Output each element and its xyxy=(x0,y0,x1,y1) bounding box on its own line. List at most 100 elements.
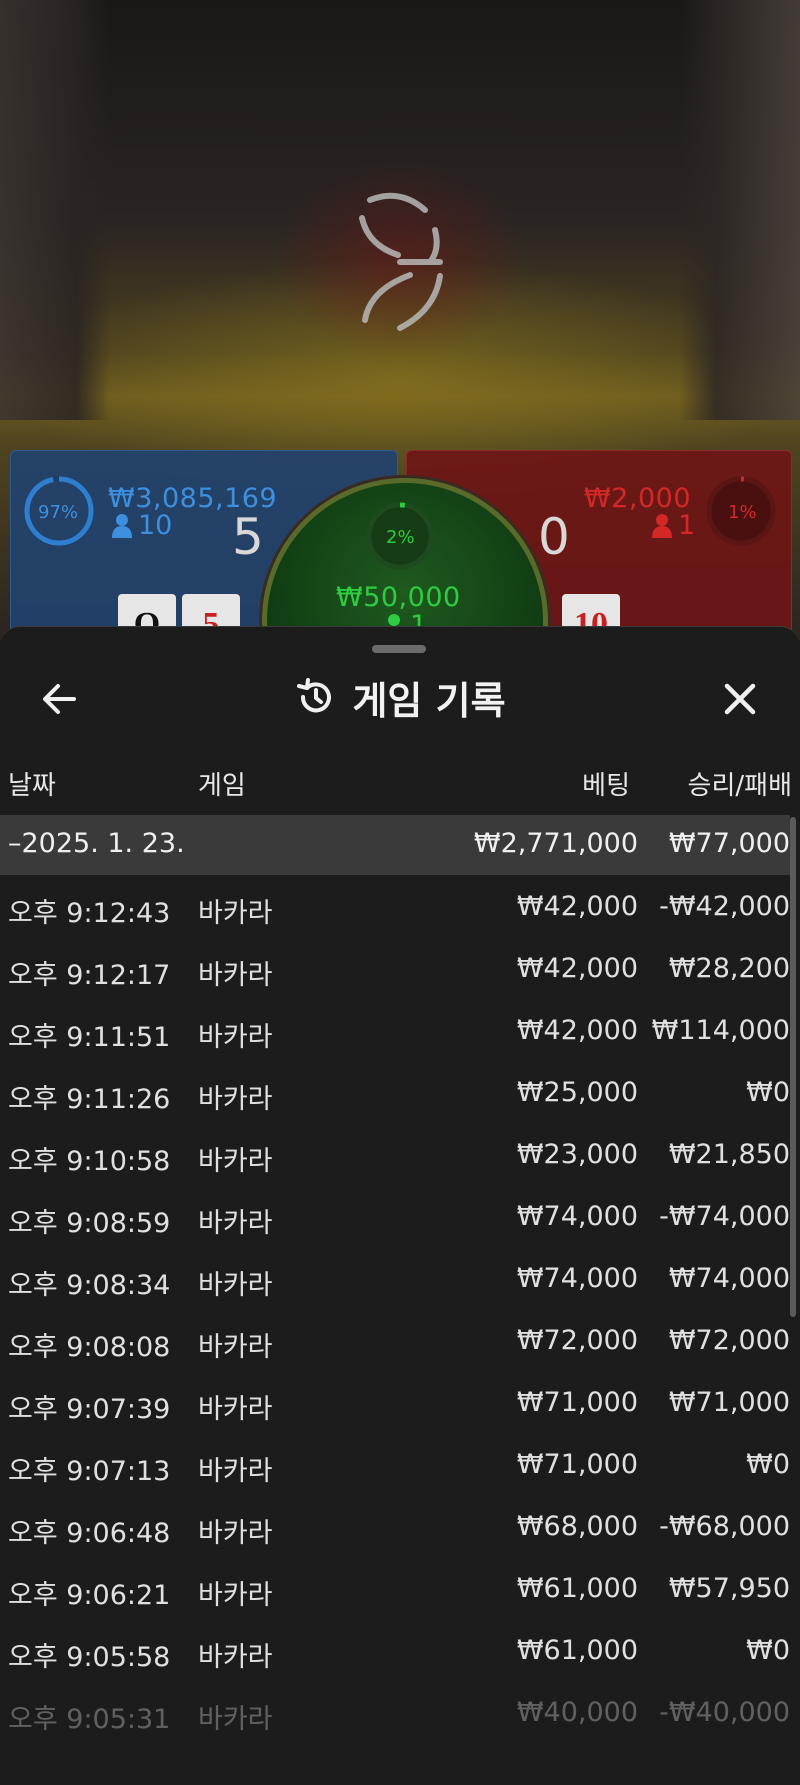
table-row[interactable]: 오후 9:08:59 바카라 ₩74,000 -₩74,000 xyxy=(0,1187,790,1249)
row-bet: ₩71,000 xyxy=(516,1387,638,1418)
row-game: 바카라 xyxy=(198,960,273,991)
group-bet-total: ₩2,771,000 xyxy=(473,828,638,859)
banker-score: 0 xyxy=(538,508,570,566)
close-button[interactable] xyxy=(716,675,764,723)
row-bet: ₩42,000 xyxy=(516,953,638,984)
row-time: 오후 9:11:26 xyxy=(8,1084,171,1115)
table-row[interactable]: 오후 9:07:39 바카라 ₩71,000 ₩71,000 xyxy=(0,1373,790,1435)
row-time: 오후 9:06:21 xyxy=(8,1580,171,1611)
row-game: 바카라 xyxy=(198,1642,273,1673)
close-icon xyxy=(724,683,756,715)
row-bet: ₩61,000 xyxy=(516,1635,638,1666)
row-game: 바카라 xyxy=(198,898,273,929)
row-winloss: -₩40,000 xyxy=(659,1697,790,1728)
row-bet: ₩42,000 xyxy=(516,1015,638,1046)
table-row[interactable]: 오후 9:11:51 바카라 ₩42,000 ₩114,000 xyxy=(0,1001,790,1063)
page-title: 게임 기록 xyxy=(352,678,506,723)
table-row[interactable]: 오후 9:08:34 바카라 ₩74,000 ₩74,000 xyxy=(0,1249,790,1311)
game-history-sheet: 게임 기록 날짜 게임 베팅 승리/패배 –2025. 1. 23. ₩2,77… xyxy=(0,626,800,1785)
row-bet: ₩42,000 xyxy=(516,891,638,922)
row-winloss: -₩68,000 xyxy=(659,1511,790,1542)
row-bet: ₩71,000 xyxy=(516,1449,638,1480)
row-time: 오후 9:12:17 xyxy=(8,960,171,991)
table-header: 날짜 게임 베팅 승리/패배 xyxy=(0,765,800,805)
player-score: 5 xyxy=(232,508,264,566)
column-header-date[interactable]: 날짜 xyxy=(8,765,56,802)
row-time: 오후 9:11:51 xyxy=(8,1022,171,1053)
row-winloss: ₩0 xyxy=(746,1449,790,1480)
row-time: 오후 9:05:58 xyxy=(8,1642,171,1673)
row-time: 오후 9:07:39 xyxy=(8,1394,171,1425)
row-winloss: ₩71,000 xyxy=(668,1387,790,1418)
row-winloss: -₩42,000 xyxy=(659,891,790,922)
row-winloss: ₩0 xyxy=(746,1077,790,1108)
row-game: 바카라 xyxy=(198,1208,273,1239)
row-time: 오후 9:12:43 xyxy=(8,898,171,929)
table-row[interactable]: 오후 9:11:26 바카라 ₩25,000 ₩0 xyxy=(0,1063,790,1125)
player-percent: 97% xyxy=(38,502,79,523)
row-game: 바카라 xyxy=(198,1580,273,1611)
row-bet: ₩74,000 xyxy=(516,1201,638,1232)
row-winloss: ₩72,000 xyxy=(668,1325,790,1356)
table-row[interactable]: 오후 9:06:48 바카라 ₩68,000 -₩68,000 xyxy=(0,1497,790,1559)
table-row[interactable]: 오후 9:12:17 바카라 ₩42,000 ₩28,200 xyxy=(0,939,790,1001)
user-icon xyxy=(652,513,672,538)
table-row[interactable]: 오후 9:05:58 바카라 ₩61,000 ₩0 xyxy=(0,1621,790,1683)
group-date: –2025. 1. 23. xyxy=(8,828,185,859)
table-row[interactable]: 오후 9:07:13 바카라 ₩71,000 ₩0 xyxy=(0,1435,790,1497)
row-winloss: ₩74,000 xyxy=(668,1263,790,1294)
row-time: 오후 9:06:48 xyxy=(8,1518,171,1549)
banker-bettor-count: 1 xyxy=(652,510,695,541)
sheet-header: 게임 기록 xyxy=(0,667,800,727)
row-game: 바카라 xyxy=(198,1270,273,1301)
row-winloss: ₩21,850 xyxy=(668,1139,790,1170)
history-list[interactable]: 오후 9:12:43 바카라 ₩42,000 -₩42,000 오후 9:12:17 바카… xyxy=(0,877,790,1757)
row-winloss: ₩0 xyxy=(746,1635,790,1666)
tie-bet-amount: ₩50,000 xyxy=(336,582,461,613)
row-game: 바카라 xyxy=(198,1704,273,1735)
row-winloss: ₩114,000 xyxy=(651,1015,790,1046)
row-bet: ₩68,000 xyxy=(516,1511,638,1542)
sheet-drag-handle[interactable] xyxy=(372,645,426,653)
row-winloss: ₩57,950 xyxy=(668,1573,790,1604)
banker-count-value: 1 xyxy=(678,510,696,541)
group-winloss-total: ₩77,000 xyxy=(668,828,790,859)
table-row[interactable]: 오후 9:05:31 바카라 ₩40,000 -₩40,000 xyxy=(0,1683,790,1745)
row-game: 바카라 xyxy=(198,1332,273,1363)
row-game: 바카라 xyxy=(198,1022,273,1053)
column-header-winloss[interactable]: 승리/패배 xyxy=(688,765,792,802)
history-icon xyxy=(297,678,332,713)
row-bet: ₩74,000 xyxy=(516,1263,638,1294)
row-game: 바카라 xyxy=(198,1518,273,1549)
user-icon xyxy=(112,513,132,538)
row-bet: ₩25,000 xyxy=(516,1077,638,1108)
row-game: 바카라 xyxy=(198,1394,273,1425)
table-row[interactable]: 오후 9:06:21 바카라 ₩61,000 ₩57,950 xyxy=(0,1559,790,1621)
table-row[interactable]: 오후 9:10:58 바카라 ₩23,000 ₩21,850 xyxy=(0,1125,790,1187)
loading-spinner-icon xyxy=(359,192,443,331)
row-winloss: ₩28,200 xyxy=(668,953,790,984)
player-count-value: 10 xyxy=(138,510,173,541)
row-game: 바카라 xyxy=(198,1146,273,1177)
row-winloss: -₩74,000 xyxy=(659,1201,790,1232)
row-bet: ₩23,000 xyxy=(516,1139,638,1170)
scrollbar[interactable] xyxy=(790,817,796,1317)
row-game: 바카라 xyxy=(198,1456,273,1487)
row-bet: ₩40,000 xyxy=(516,1697,638,1728)
player-bettor-count: 10 xyxy=(112,510,172,541)
row-game: 바카라 xyxy=(198,1084,273,1115)
row-time: 오후 9:05:31 xyxy=(8,1704,171,1735)
row-time: 오후 9:08:59 xyxy=(8,1208,171,1239)
row-bet: ₩61,000 xyxy=(516,1573,638,1604)
table-row[interactable]: 오후 9:12:43 바카라 ₩42,000 -₩42,000 xyxy=(0,877,790,939)
row-time: 오후 9:07:13 xyxy=(8,1456,171,1487)
banker-percent: 1% xyxy=(728,502,757,523)
row-bet: ₩72,000 xyxy=(516,1325,638,1356)
row-time: 오후 9:10:58 xyxy=(8,1146,171,1177)
column-header-game[interactable]: 게임 xyxy=(198,765,246,802)
table-row[interactable]: 오후 9:08:08 바카라 ₩72,000 ₩72,000 xyxy=(0,1311,790,1373)
date-group-row[interactable]: –2025. 1. 23. ₩2,771,000 ₩77,000 xyxy=(0,815,790,875)
tie-percent: 2% xyxy=(386,527,415,548)
row-time: 오후 9:08:34 xyxy=(8,1270,171,1301)
column-header-bet[interactable]: 베팅 xyxy=(582,765,630,802)
